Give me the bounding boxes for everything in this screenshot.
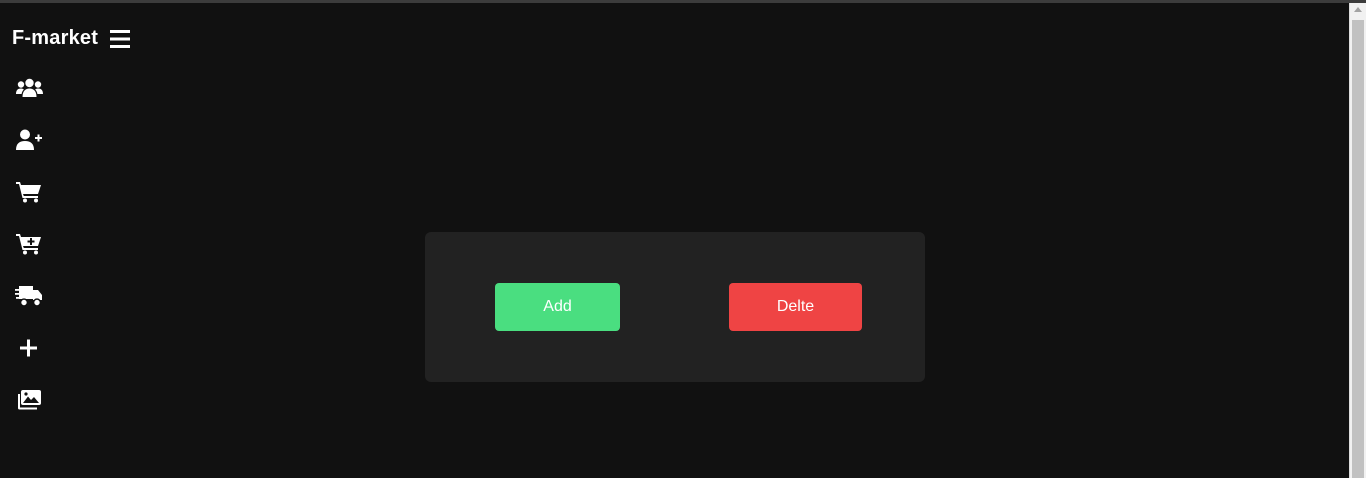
- cart-icon: [16, 182, 41, 203]
- window-top-border: [0, 0, 1366, 3]
- users-icon: [15, 78, 43, 97]
- cart-plus-icon: [16, 234, 41, 255]
- sidebar-item-delivery[interactable]: [15, 283, 43, 309]
- user-plus-icon: [15, 129, 42, 150]
- delivery-truck-icon: [15, 286, 42, 307]
- images-icon: [18, 390, 41, 410]
- sidebar-item-add-user[interactable]: [15, 127, 43, 153]
- delete-button[interactable]: Delte: [729, 283, 862, 331]
- hamburger-menu-icon[interactable]: [110, 29, 131, 48]
- scroll-up-arrow-icon[interactable]: [1354, 7, 1362, 12]
- plus-icon: [20, 339, 37, 357]
- brand-header: F-market: [12, 27, 131, 50]
- sidebar-item-cart[interactable]: [15, 179, 43, 205]
- add-button[interactable]: Add: [495, 283, 620, 331]
- sidebar-item-add[interactable]: [15, 335, 43, 361]
- sidebar-item-users[interactable]: [15, 75, 43, 101]
- action-panel: Add Delte: [425, 232, 925, 382]
- sidebar-item-images[interactable]: [15, 387, 43, 413]
- sidebar: F-market: [0, 3, 160, 478]
- brand-title: F-market: [12, 27, 99, 49]
- vertical-scrollbar[interactable]: [1349, 3, 1366, 478]
- sidebar-item-add-product[interactable]: [15, 231, 43, 257]
- scrollbar-thumb[interactable]: [1352, 20, 1364, 478]
